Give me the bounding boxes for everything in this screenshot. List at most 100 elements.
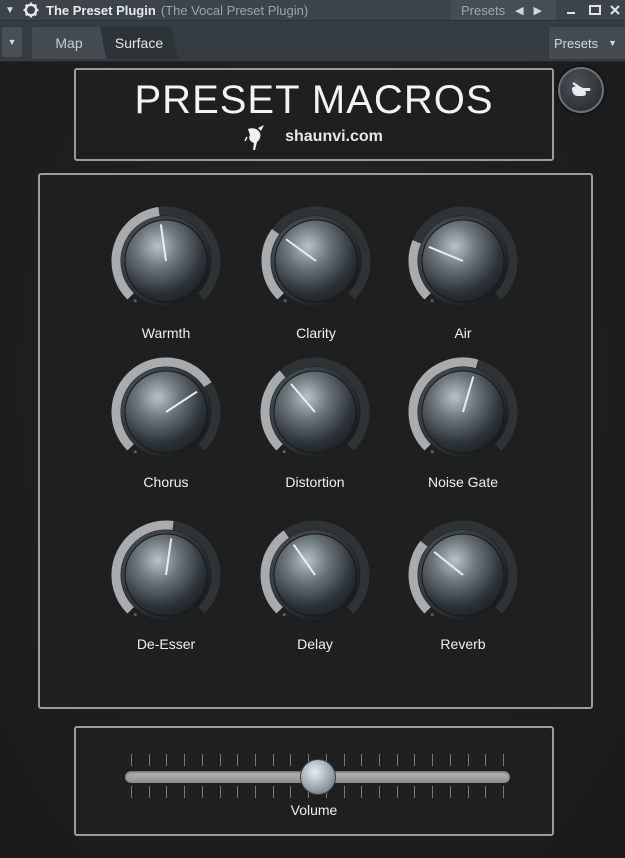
chevron-down-icon: ▼ [608, 38, 617, 48]
knob-label: Reverb [440, 636, 486, 652]
knob-min-dot [133, 450, 137, 454]
slider-tick [148, 754, 150, 766]
slider-tick [237, 754, 239, 766]
slider-tick [272, 754, 274, 766]
knob-label: Chorus [143, 474, 189, 490]
slider-tick [414, 754, 416, 766]
knob-label: Air [454, 325, 472, 341]
slider-tick [219, 786, 221, 798]
titlebar-presets-label: Presets [461, 2, 506, 18]
slider-tick [343, 786, 345, 798]
slider-tick [485, 754, 487, 766]
title-bar: ▼ The Preset Plugin (The Vocal Preset Pl… [0, 0, 625, 20]
knob-graphic[interactable] [260, 205, 372, 317]
knob-clarity[interactable] [260, 205, 372, 317]
slider-tick [467, 754, 469, 766]
knob-graphic[interactable] [110, 356, 222, 468]
slider-tick [148, 786, 150, 798]
knob-graphic[interactable] [407, 205, 519, 317]
slider-tick [379, 754, 380, 766]
knob-min-dot [282, 613, 286, 617]
knob-de-esser[interactable] [110, 519, 222, 631]
slider-tick [166, 754, 168, 766]
presets-dropdown-label: Presets [554, 35, 599, 51]
knob-graphic[interactable] [407, 519, 519, 631]
slider-tick [432, 786, 434, 798]
knob-min-dot [430, 450, 434, 454]
menu-arrow-icon[interactable]: ▼ [0, 0, 20, 20]
slider-tick [396, 786, 398, 798]
knob-chorus[interactable] [110, 356, 222, 468]
knob-min-dot [430, 613, 434, 617]
slider-tick [449, 786, 451, 798]
knob-graphic[interactable] [259, 519, 371, 631]
hand-button[interactable] [558, 67, 604, 113]
slider-tick [184, 786, 186, 798]
knob-graphic[interactable] [110, 205, 222, 317]
knob-reverb[interactable] [407, 519, 519, 631]
site-link: shaunvi.com [285, 128, 383, 145]
knob-warmth[interactable] [110, 205, 222, 317]
slider-tick [201, 786, 203, 798]
knob-graphic[interactable] [110, 519, 222, 631]
volume-panel: Volume [74, 726, 554, 836]
knob-delay[interactable] [259, 519, 371, 631]
maximize-icon[interactable] [584, 0, 606, 20]
next-arrow-icon[interactable]: ▶ [534, 4, 542, 17]
knob-air[interactable] [407, 205, 519, 317]
tab-map[interactable]: Map [32, 27, 106, 59]
slider-tick [290, 754, 292, 766]
tab-surface[interactable]: Surface [100, 27, 178, 59]
slider-tick [396, 754, 398, 766]
presets-dropdown[interactable]: Presets ▼ [549, 27, 625, 59]
slider-tick [255, 786, 256, 798]
slider-tick [361, 786, 363, 798]
knob-min-dot [133, 613, 137, 617]
gear-icon[interactable] [20, 0, 42, 20]
slider-tick [131, 754, 132, 766]
hand-icon [572, 82, 591, 96]
tab-bar: ▼ Map Surface Presets ▼ [0, 20, 625, 62]
slider-tick [467, 786, 469, 798]
titlebar-presets-selector[interactable]: Presets ◀ ▶ [451, 0, 556, 20]
knob-graphic[interactable] [259, 356, 371, 468]
slider-tick [432, 754, 434, 766]
slider-tick [219, 754, 221, 766]
knob-label: Delay [297, 636, 333, 652]
knob-label: De-Esser [136, 636, 196, 652]
knob-min-dot [430, 299, 434, 303]
knob-noise-gate[interactable] [407, 356, 519, 468]
slider-tick [255, 754, 256, 766]
slider-tick [290, 786, 292, 798]
slider-tick [449, 754, 451, 766]
slider-tick [166, 786, 168, 798]
knob-label: Noise Gate [427, 474, 499, 490]
close-icon[interactable] [604, 0, 625, 20]
knob-label: Clarity [296, 325, 336, 341]
slider-tick [201, 754, 203, 766]
knob-min-dot [133, 299, 137, 303]
slider-tick [414, 786, 416, 798]
slider-tick [184, 754, 186, 766]
knob-min-dot [282, 450, 286, 454]
slider-tick [503, 786, 504, 798]
knob-graphic[interactable] [407, 356, 519, 468]
slider-tick [503, 754, 504, 766]
header-box: PRESET MACROS shaunvi.com [74, 68, 554, 161]
slider-tick [485, 786, 487, 798]
window-subtitle: (The Vocal Preset Plugin) [160, 2, 309, 18]
slider-tick [379, 786, 380, 798]
volume-slider-thumb[interactable] [299, 759, 336, 795]
slider-tick [237, 786, 239, 798]
window-title: The Preset Plugin [46, 2, 156, 18]
knob-distortion[interactable] [259, 356, 371, 468]
chevron-down-icon[interactable]: ▼ [2, 27, 22, 57]
prev-arrow-icon[interactable]: ◀ [515, 4, 523, 17]
slider-tick [361, 754, 363, 766]
knob-label: Distortion [285, 474, 345, 490]
volume-label: Volume [290, 802, 338, 818]
page-title: PRESET MACROS [134, 78, 494, 122]
slider-tick [272, 786, 274, 798]
minimize-icon[interactable] [560, 0, 582, 20]
knob-min-dot [283, 299, 287, 303]
